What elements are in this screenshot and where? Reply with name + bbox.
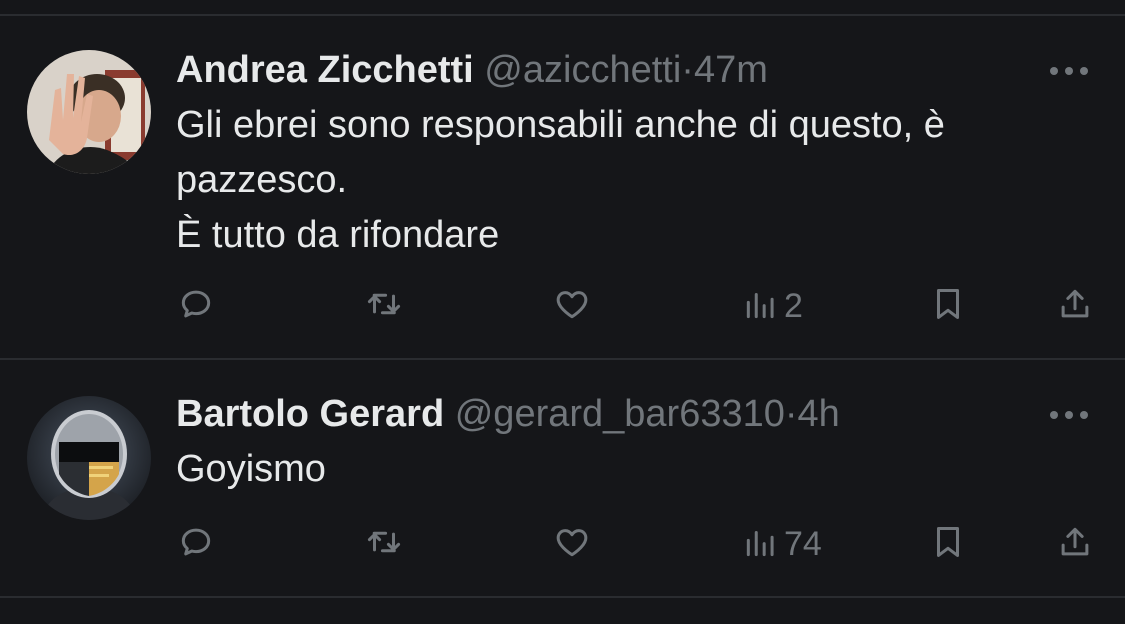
share-icon	[1056, 285, 1094, 328]
tweet[interactable]: Bartolo Gerard @gerard_bar63310·4h Goyis…	[0, 360, 1125, 596]
views-button[interactable]: 74	[742, 522, 822, 566]
action-bar: 2	[0, 284, 1125, 328]
bookmark-button[interactable]	[929, 284, 967, 328]
bookmark-button[interactable]	[929, 522, 967, 566]
reply-button[interactable]	[177, 284, 215, 328]
separator: ·	[784, 393, 798, 435]
reply-button[interactable]	[177, 522, 215, 566]
bookmark-icon	[929, 285, 967, 328]
views-count: 2	[784, 286, 803, 325]
more-dots-icon[interactable]	[1047, 64, 1091, 78]
timestamp[interactable]: 4h	[798, 393, 840, 435]
tweet-header: Andrea Zicchetti @azicchetti·47m	[176, 48, 768, 92]
display-name[interactable]: Bartolo Gerard	[176, 393, 444, 435]
share-icon	[1056, 523, 1094, 566]
more-dots-icon[interactable]	[1047, 408, 1091, 422]
views-chart-icon	[742, 523, 780, 566]
handle[interactable]: @gerard_bar63310	[455, 393, 785, 435]
views-button[interactable]: 2	[742, 284, 803, 328]
retweet-button[interactable]	[365, 284, 403, 328]
retweet-button[interactable]	[365, 522, 403, 566]
tweet-text: Goyismo	[176, 448, 326, 490]
reply-icon	[177, 523, 215, 566]
share-button[interactable]	[1056, 284, 1094, 328]
views-count: 74	[784, 524, 822, 563]
action-bar: 74	[0, 522, 1125, 566]
handle[interactable]: @azicchetti	[484, 49, 681, 91]
tweet[interactable]: Andrea Zicchetti @azicchetti·47m Gli ebr…	[0, 16, 1125, 358]
tweet-header: Bartolo Gerard @gerard_bar63310·4h	[176, 392, 840, 436]
heart-icon	[553, 285, 591, 328]
separator: ·	[681, 49, 694, 91]
divider	[0, 596, 1125, 598]
share-button[interactable]	[1056, 522, 1094, 566]
like-button[interactable]	[553, 522, 591, 566]
timeline: Andrea Zicchetti @azicchetti·47m Gli ebr…	[0, 0, 1125, 624]
retweet-icon	[365, 523, 403, 566]
bookmark-icon	[929, 523, 967, 566]
views-chart-icon	[742, 285, 780, 328]
retweet-icon	[365, 285, 403, 328]
heart-icon	[553, 523, 591, 566]
reply-icon	[177, 285, 215, 328]
like-button[interactable]	[553, 284, 591, 328]
avatar[interactable]	[27, 396, 151, 520]
tweet-text: Gli ebrei sono responsabili anche di que…	[176, 104, 945, 256]
display-name[interactable]: Andrea Zicchetti	[176, 49, 474, 91]
timestamp[interactable]: 47m	[694, 49, 768, 91]
avatar[interactable]	[27, 50, 151, 174]
